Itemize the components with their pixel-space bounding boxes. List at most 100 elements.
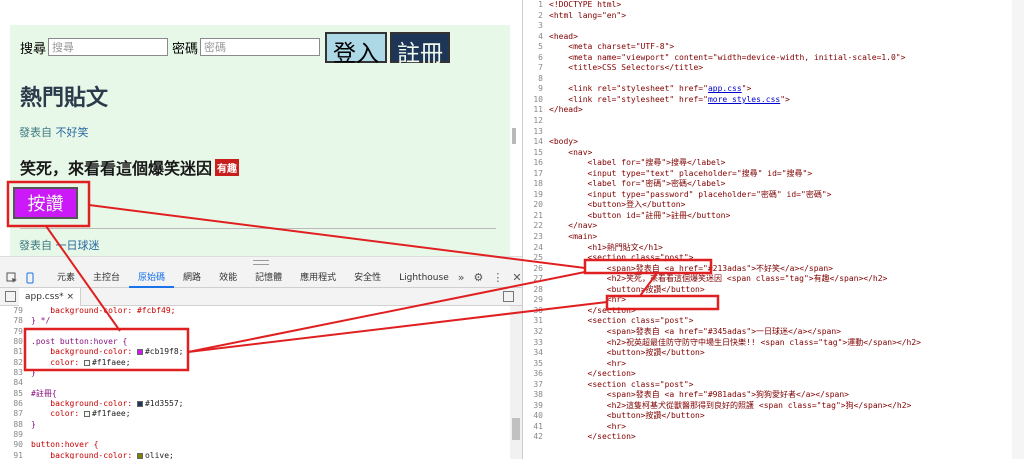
- source-line[interactable]: 1 <!DOCTYPE html>: [523, 0, 1024, 11]
- source-line[interactable]: 9 <link rel="stylesheet" href="app.css">: [523, 84, 1024, 95]
- devtools-tab[interactable]: 安全性: [345, 268, 390, 288]
- source-line[interactable]: 13: [523, 127, 1024, 138]
- debugger-toggle-icon[interactable]: [503, 291, 514, 302]
- source-line[interactable]: 14 <body>: [523, 137, 1024, 148]
- source-link[interactable]: app.css: [708, 84, 742, 93]
- source-line[interactable]: 20 <button>登入</button>: [523, 200, 1024, 211]
- code-line[interactable]: 81 background-color: #cb19f8;: [0, 347, 510, 357]
- source-line[interactable]: 17 <input type="text" placeholder="搜尋" i…: [523, 169, 1024, 180]
- source-line[interactable]: 24 <h1>熱門貼文</h1>: [523, 243, 1024, 254]
- code-line[interactable]: 85 #註冊{: [0, 389, 510, 399]
- devtools-tab[interactable]: 原始碼: [129, 268, 175, 288]
- more-tabs-icon[interactable]: »: [458, 271, 465, 284]
- source-fragment: <main>: [549, 232, 598, 242]
- source-line[interactable]: 19 <input type="password" placeholder="密…: [523, 190, 1024, 201]
- color-swatch[interactable]: [136, 349, 143, 356]
- source-line[interactable]: 31 <section class="post">: [523, 316, 1024, 327]
- devtools-tab[interactable]: 記憶體: [246, 268, 291, 288]
- source-line[interactable]: 32 <span>發表自 <a href="#345adas">一日球迷</a>…: [523, 327, 1024, 338]
- source-line[interactable]: 37 <section class="post">: [523, 380, 1024, 391]
- code-line[interactable]: 83}: [0, 368, 510, 378]
- source-line[interactable]: 35 <hr>: [523, 359, 1024, 370]
- source-line[interactable]: 36 </section>: [523, 369, 1024, 380]
- source-line[interactable]: 16 <label for="搜尋">搜尋</label>: [523, 158, 1024, 169]
- like-button[interactable]: 按讚: [13, 187, 78, 219]
- preview-scrollbar[interactable]: [512, 128, 516, 144]
- code-line[interactable]: 90 button:hover {: [0, 440, 510, 450]
- code-line[interactable]: 88}: [0, 420, 510, 430]
- password-input[interactable]: [200, 38, 321, 56]
- gear-icon[interactable]: ⚙: [473, 271, 483, 284]
- devtools-tab[interactable]: 應用程式: [291, 268, 345, 288]
- author-link-2[interactable]: 一日球迷: [56, 239, 100, 252]
- code-line[interactable]: 78} */: [0, 316, 510, 326]
- source-line[interactable]: 39 <h2>這隻柯基犬從獸醫那得到良好的照護 <span class="tag…: [523, 401, 1024, 412]
- source-line[interactable]: 12: [523, 116, 1024, 127]
- source-line[interactable]: 8: [523, 74, 1024, 85]
- html-source-view[interactable]: 1 <!DOCTYPE html> 2 <html lang="en"> 3 4 <head…: [522, 0, 1024, 459]
- source-line[interactable]: 23 <main>: [523, 232, 1024, 243]
- code-line[interactable]: 82 color: #f1faee;: [0, 358, 510, 368]
- devtools-tab[interactable]: 主控台: [84, 268, 129, 288]
- css-editor-scrollbar[interactable]: [510, 306, 522, 459]
- source-line[interactable]: 2 <html lang="en">: [523, 11, 1024, 22]
- code-line[interactable]: 79 background-color: #fcbf49;: [0, 306, 510, 316]
- source-line[interactable]: 38 <span>發表自 <a href="#981adas">狗狗愛好者</a…: [523, 390, 1024, 401]
- source-line[interactable]: 40 <button>按讚</button>: [523, 411, 1024, 422]
- devtools-tab[interactable]: Lighthouse: [390, 268, 458, 288]
- source-line[interactable]: 3: [523, 21, 1024, 32]
- color-swatch[interactable]: [136, 401, 143, 408]
- code-line[interactable]: 84: [0, 378, 510, 388]
- source-line[interactable]: 26 <span>發表自 <a href="#213adas">不好笑</a><…: [523, 264, 1024, 275]
- source-line[interactable]: 33 <h2>祝英超最佳防守防守中場生日快樂!! <span class="ta…: [523, 338, 1024, 349]
- device-toolbar-icon[interactable]: [24, 272, 36, 284]
- source-line[interactable]: 29 <hr>: [523, 295, 1024, 306]
- code-line[interactable]: 91 background-color: olive;: [0, 451, 510, 459]
- source-line[interactable]: 5 <meta charset="UTF-8">: [523, 42, 1024, 53]
- source-line[interactable]: 4 <head>: [523, 32, 1024, 43]
- inspect-icon[interactable]: [6, 272, 18, 284]
- source-line[interactable]: 18 <label for="密碼">密碼</label>: [523, 179, 1024, 190]
- register-button[interactable]: 註冊: [390, 31, 451, 67]
- scrollbar-thumb[interactable]: [512, 418, 520, 440]
- source-line[interactable]: 6 <meta name="viewport" content="width=d…: [523, 53, 1024, 64]
- source-line[interactable]: 25 <section class="post">: [523, 253, 1024, 264]
- line-number: 84: [13, 378, 23, 388]
- css-editor[interactable]: 79 background-color: #fcbf49; 78} */79 80.…: [0, 306, 510, 459]
- navigator-toggle-icon[interactable]: [5, 291, 16, 302]
- code-line[interactable]: 87 color: #f1faee;: [0, 409, 510, 419]
- panel-resizer[interactable]: [0, 256, 522, 268]
- color-swatch[interactable]: [83, 359, 90, 366]
- close-icon[interactable]: ✕: [512, 271, 521, 284]
- search-input[interactable]: [48, 38, 169, 56]
- login-button[interactable]: 登入: [325, 31, 388, 67]
- source-scrollbar[interactable]: [1012, 0, 1024, 459]
- devtools-tab[interactable]: 網路: [174, 268, 210, 288]
- source-line[interactable]: 27 <h2>笑死，來看看這個爆笑迷因 <span class="tag">有趣…: [523, 274, 1024, 285]
- close-tab-icon[interactable]: ×: [67, 292, 75, 302]
- devtools-tab[interactable]: 效能: [210, 268, 246, 288]
- file-tab-app-css[interactable]: app.css* ×: [19, 288, 82, 306]
- source-line[interactable]: 10 <link rel="stylesheet" href="more_sty…: [523, 95, 1024, 106]
- source-line[interactable]: 7 <title>CSS Selectors</title>: [523, 63, 1024, 74]
- source-line[interactable]: 11 </head>: [523, 105, 1024, 116]
- code-line[interactable]: 80 .post button:hover {: [0, 337, 510, 347]
- source-line[interactable]: 21 <button id="註冊">註冊</button>: [523, 211, 1024, 222]
- color-swatch[interactable]: [136, 452, 143, 459]
- source-line[interactable]: 30 </section>: [523, 306, 1024, 317]
- source-line[interactable]: 34 <button>按讚</button>: [523, 348, 1024, 359]
- code-line[interactable]: 79: [0, 327, 510, 337]
- source-line[interactable]: 28 <button>按讚</button>: [523, 285, 1024, 296]
- source-link[interactable]: more_styles.css: [708, 95, 780, 104]
- devtools-tab[interactable]: 元素: [48, 268, 84, 288]
- kebab-menu-icon[interactable]: ⋮: [492, 271, 503, 284]
- source-line[interactable]: 41 <hr>: [523, 422, 1024, 433]
- source-line[interactable]: 15 <nav>: [523, 148, 1024, 159]
- code-line[interactable]: 89: [0, 430, 510, 440]
- source-line[interactable]: 22 </nav>: [523, 221, 1024, 232]
- color-swatch[interactable]: [83, 411, 90, 418]
- source-line[interactable]: 42 </section>: [523, 432, 1024, 443]
- code-line[interactable]: 86 background-color: #1d3557;: [0, 399, 510, 409]
- resize-grip-icon[interactable]: [253, 260, 269, 265]
- author-link[interactable]: 不好笑: [56, 126, 89, 139]
